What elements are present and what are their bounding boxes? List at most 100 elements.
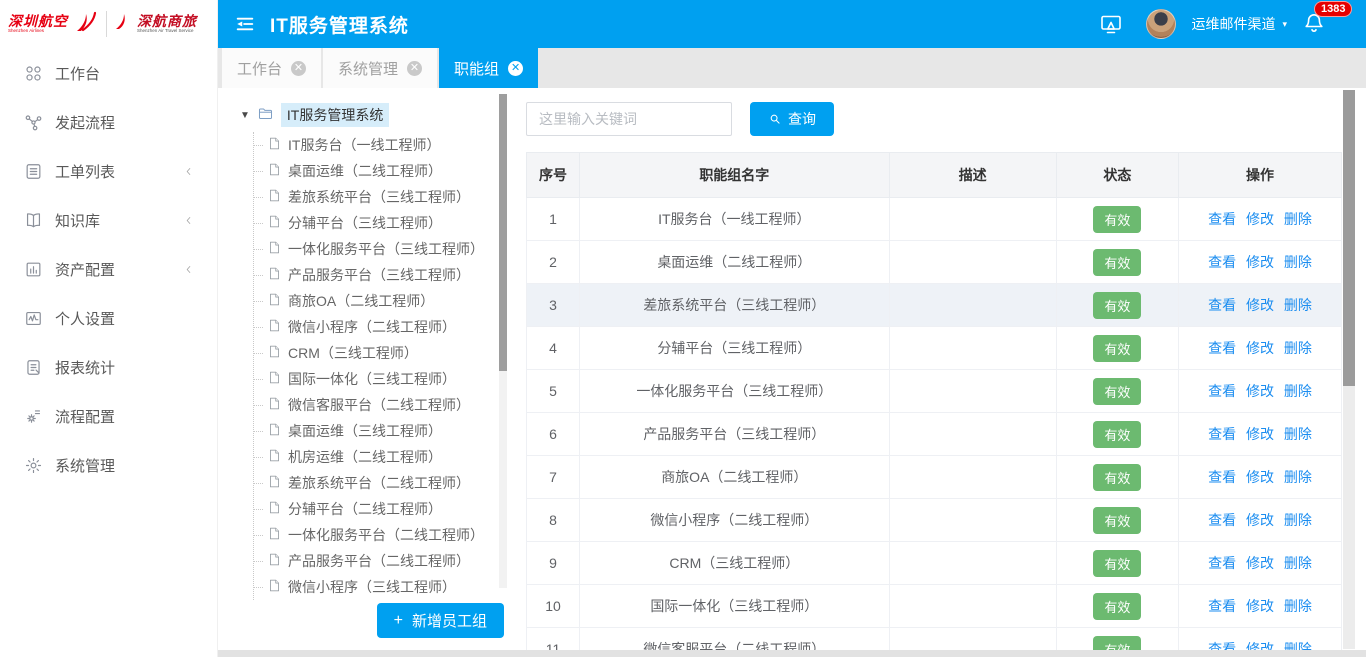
sidebar-item[interactable]: 发起流程 (0, 98, 217, 147)
tree-item-label: 差旅系统平台（三线工程师） (288, 187, 470, 207)
tree-item-label: IT服务台（一线工程师） (288, 135, 440, 155)
delete-link[interactable]: 删除 (1284, 211, 1312, 227)
view-link[interactable]: 查看 (1208, 211, 1236, 227)
cell-desc (889, 241, 1056, 284)
tree-item[interactable]: 产品服务平台（三线工程师） (254, 262, 510, 288)
delete-link[interactable]: 删除 (1284, 641, 1312, 650)
search-button[interactable]: 查询 (750, 102, 834, 136)
tree-item[interactable]: CRM（三线工程师） (254, 340, 510, 366)
document-icon (267, 552, 282, 570)
tree-root-label[interactable]: IT服务管理系统 (281, 103, 389, 127)
folder-icon (257, 105, 274, 125)
view-link[interactable]: 查看 (1208, 340, 1236, 356)
horizontal-scrollbar[interactable] (218, 650, 1366, 657)
chevron-left-icon (182, 263, 195, 276)
sidebar-item[interactable]: 个人设置 (0, 294, 217, 343)
view-link[interactable]: 查看 (1208, 383, 1236, 399)
cell-no: 11 (527, 628, 580, 651)
avatar[interactable] (1146, 9, 1176, 39)
edit-link[interactable]: 修改 (1246, 383, 1274, 399)
user-menu[interactable]: 运维邮件渠道 (1191, 14, 1275, 34)
header-actions: 运维邮件渠道 ▾ 1383 (1099, 9, 1352, 39)
tree-item[interactable]: 产品服务平台（二线工程师） (254, 548, 510, 574)
view-link[interactable]: 查看 (1208, 512, 1236, 528)
page-scrollbar-thumb[interactable] (1343, 90, 1355, 386)
sidebar-item[interactable]: 报表统计 (0, 343, 217, 392)
ticket-list-icon (24, 162, 43, 181)
cell-desc (889, 413, 1056, 456)
sidebar-item[interactable]: 知识库 (0, 196, 217, 245)
view-link[interactable]: 查看 (1208, 254, 1236, 270)
cell-status: 有效 (1056, 585, 1178, 628)
notification-bell[interactable]: 1383 (1302, 11, 1326, 37)
tree-item[interactable]: 国际一体化（三线工程师） (254, 366, 510, 392)
sidebar-item[interactable]: 系统管理 (0, 441, 217, 490)
edit-link[interactable]: 修改 (1246, 598, 1274, 614)
view-link[interactable]: 查看 (1208, 555, 1236, 571)
edit-link[interactable]: 修改 (1246, 555, 1274, 571)
airline-swoosh-icon (73, 10, 99, 39)
view-link[interactable]: 查看 (1208, 641, 1236, 650)
cell-status: 有效 (1056, 327, 1178, 370)
cell-status: 有效 (1056, 241, 1178, 284)
view-link[interactable]: 查看 (1208, 426, 1236, 442)
tree-item[interactable]: 分辅平台（二线工程师） (254, 496, 510, 522)
tree-scrollbar-thumb[interactable] (499, 94, 507, 371)
edit-link[interactable]: 修改 (1246, 469, 1274, 485)
tree-item[interactable]: IT服务台（一线工程师） (254, 132, 510, 158)
delete-link[interactable]: 删除 (1284, 512, 1312, 528)
delete-link[interactable]: 删除 (1284, 426, 1312, 442)
tree-item[interactable]: 微信客服平台（二线工程师） (254, 392, 510, 418)
sidebar-item[interactable]: 资产配置 (0, 245, 217, 294)
edit-link[interactable]: 修改 (1246, 512, 1274, 528)
sidebar-item[interactable]: 工单列表 (0, 147, 217, 196)
tab[interactable]: 职能组 ✕ (439, 48, 538, 88)
tree-item[interactable]: 差旅系统平台（三线工程师） (254, 184, 510, 210)
tab-close-icon[interactable]: ✕ (508, 61, 523, 76)
tree-item[interactable]: 桌面运维（二线工程师） (254, 158, 510, 184)
tree-item[interactable]: 微信小程序（三线工程师） (254, 574, 510, 600)
status-badge: 有效 (1093, 464, 1141, 491)
status-badge: 有效 (1093, 507, 1141, 534)
delete-link[interactable]: 删除 (1284, 297, 1312, 313)
add-staff-group-button[interactable]: + 新增员工组 (377, 603, 504, 638)
delete-link[interactable]: 删除 (1284, 598, 1312, 614)
view-link[interactable]: 查看 (1208, 469, 1236, 485)
tree-item[interactable]: 一体化服务平台（三线工程师） (254, 236, 510, 262)
tab[interactable]: 系统管理 ✕ (323, 48, 437, 88)
delete-link[interactable]: 删除 (1284, 340, 1312, 356)
tree-root-node[interactable]: ▼ IT服务管理系统 (240, 103, 510, 127)
document-icon (267, 344, 282, 362)
sidebar-item[interactable]: 流程配置 (0, 392, 217, 441)
search-button-label: 查询 (788, 109, 816, 129)
view-link[interactable]: 查看 (1208, 297, 1236, 313)
keyword-search-input[interactable] (526, 102, 732, 136)
page-scrollbar[interactable] (1343, 90, 1355, 649)
edit-link[interactable]: 修改 (1246, 426, 1274, 442)
tab[interactable]: 工作台 ✕ (222, 48, 321, 88)
collapse-menu-icon[interactable] (234, 13, 256, 35)
edit-link[interactable]: 修改 (1246, 297, 1274, 313)
edit-link[interactable]: 修改 (1246, 641, 1274, 650)
delete-link[interactable]: 删除 (1284, 254, 1312, 270)
view-link[interactable]: 查看 (1208, 598, 1236, 614)
screen-share-icon[interactable] (1099, 12, 1123, 36)
sidebar-item[interactable]: 工作台 (0, 49, 217, 98)
tab-close-icon[interactable]: ✕ (407, 61, 422, 76)
tree-item[interactable]: 商旅OA（二线工程师） (254, 288, 510, 314)
caret-down-icon[interactable]: ▼ (240, 110, 250, 121)
delete-link[interactable]: 删除 (1284, 469, 1312, 485)
edit-link[interactable]: 修改 (1246, 211, 1274, 227)
tab-close-icon[interactable]: ✕ (291, 61, 306, 76)
tree-item[interactable]: 桌面运维（三线工程师） (254, 418, 510, 444)
delete-link[interactable]: 删除 (1284, 555, 1312, 571)
tree-item[interactable]: 分辅平台（三线工程师） (254, 210, 510, 236)
tree-item[interactable]: 差旅系统平台（二线工程师） (254, 470, 510, 496)
delete-link[interactable]: 删除 (1284, 383, 1312, 399)
tree-item[interactable]: 机房运维（二线工程师） (254, 444, 510, 470)
tree-scrollbar[interactable] (499, 94, 507, 588)
tree-item[interactable]: 一体化服务平台（二线工程师） (254, 522, 510, 548)
tree-item[interactable]: 微信小程序（二线工程师） (254, 314, 510, 340)
edit-link[interactable]: 修改 (1246, 340, 1274, 356)
edit-link[interactable]: 修改 (1246, 254, 1274, 270)
